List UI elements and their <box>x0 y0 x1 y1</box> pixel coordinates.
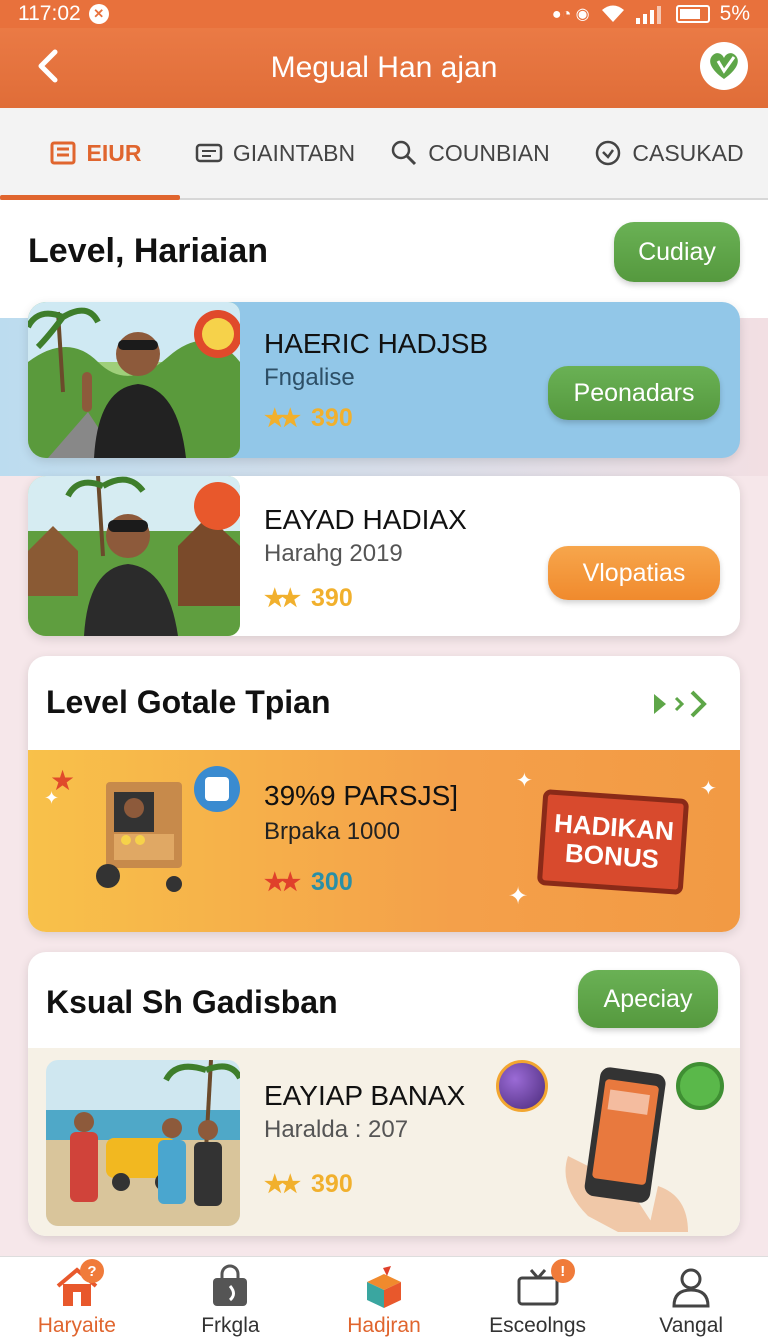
star-icon: ★★ <box>264 869 301 896</box>
offer-subtitle: Fngalise <box>264 364 355 391</box>
status-bar: 117:02 ✕ ●◔ ◉ 5% <box>0 0 768 28</box>
tab-label: GIAINTABN <box>232 139 356 166</box>
offer-title: EAYAD HADIAX <box>264 504 467 535</box>
battery-level: 5% <box>719 2 750 25</box>
section-title: Level, Hariaian <box>28 232 269 270</box>
offer-subtitle: Harahg 2019 <box>264 540 403 567</box>
bonus-section: Level Gotale Tpian ★ ✦ 39%9 PARSJS] Brpa… <box>28 656 740 932</box>
tab-bar: EIUR GIAINTABN COUNBIAN CASUKAD <box>0 108 768 200</box>
points-value: 390 <box>311 404 353 432</box>
battery-icon <box>675 5 710 23</box>
offer-photo <box>46 1060 240 1226</box>
nav-label: Haryaite <box>37 1314 116 1337</box>
star-icon: ★★ <box>264 1171 301 1198</box>
nav-label: Vangal <box>659 1314 724 1337</box>
offer-points: ★★ 390 <box>264 1170 353 1199</box>
sparkle-icon: ✦ <box>700 778 717 800</box>
user-icon <box>672 1268 710 1308</box>
bag-icon <box>213 1264 248 1306</box>
chevron-left-icon <box>38 49 58 83</box>
points-value: 390 <box>311 584 353 612</box>
chat-button[interactable] <box>700 42 748 90</box>
bonus-sign-line2: BONUS <box>564 837 660 875</box>
tab-eiur[interactable]: EIUR <box>0 108 180 200</box>
tab-counbian[interactable]: COUNBIAN <box>370 108 570 198</box>
cell-signal-icon <box>635 6 661 24</box>
star-icon: ★★ <box>264 585 301 612</box>
tab-label: CASUKAD <box>632 139 744 166</box>
section-title: Level Gotale Tpian <box>46 684 331 720</box>
nav-label: Frkgla <box>201 1314 260 1337</box>
offer-subtitle: Haralda : 207 <box>264 1116 409 1143</box>
notification-icon: ✕ <box>88 4 109 24</box>
wifi-icon <box>601 5 624 22</box>
signal-icon: ●◔ ◉ <box>551 6 590 23</box>
bonus-promo[interactable]: ★ ✦ 39%9 PARSJS] Brpaka 1000 ★★ 300 HADI… <box>28 750 740 932</box>
promo-section: Ksual Sh Gadisban Apeciay EAYIAP BANAX H… <box>28 952 740 1236</box>
chevrons-right-icon <box>654 690 707 718</box>
section-title: Ksual Sh Gadisban <box>46 984 338 1020</box>
gift-box-icon <box>366 1266 401 1308</box>
tab-label: EIUR <box>86 139 142 166</box>
promo-points: ★★ 300 <box>264 868 353 897</box>
offer-title: EAYIAP BANAX <box>264 1080 466 1111</box>
planet-icon <box>496 1060 548 1112</box>
tab-casukad[interactable]: CASUKAD <box>570 108 768 198</box>
bonus-sign[interactable]: HADIKAN BONUS <box>536 789 690 895</box>
offer-card[interactable]: HAEɌIC HADJSB Fngalise ★★ 390 Peonadars <box>28 302 740 458</box>
main-content: Level, Hariaian Cudiay HAEɌIC HADJSB Fng… <box>0 200 768 1256</box>
shield-icon <box>194 766 240 812</box>
page-title: Megual Han ajan <box>270 51 498 84</box>
check-circle-icon <box>596 140 621 166</box>
nav-badge: ! <box>550 1259 575 1283</box>
bottom-nav: ? Haryaite Frkgla Hadjran ! Esceolngs Va… <box>0 1256 768 1344</box>
nav-item-frkgla[interactable]: Frkgla <box>154 1257 308 1344</box>
promo-subtitle: Brpaka 1000 <box>264 818 401 845</box>
nav-item-esceolngs[interactable]: ! Esceolngs <box>461 1257 615 1344</box>
back-button[interactable] <box>28 46 68 86</box>
status-time: 117:02 <box>18 2 81 25</box>
points-value: 390 <box>311 1170 353 1198</box>
vlopatias-button[interactable]: Vlopatias <box>548 546 720 600</box>
nav-item-hadjran[interactable]: Hadjran <box>307 1257 461 1344</box>
heart-chat-icon <box>710 53 738 79</box>
offer-points: ★★ 390 <box>264 404 353 433</box>
app-header: Megual Han ajan <box>0 28 768 108</box>
offer-card[interactable]: EAYAD HADIAX Harahg 2019 ★★ 390 Vlopatia… <box>28 476 740 636</box>
tab-giaintabn[interactable]: GIAINTABN <box>180 108 370 198</box>
promo-card[interactable]: EAYIAP BANAX Haralda : 207 ★★ 390 <box>28 1048 740 1236</box>
peonadars-button[interactable]: Peonadars <box>548 366 720 420</box>
nav-label: Hadjran <box>347 1314 421 1337</box>
points-value: 300 <box>311 868 353 896</box>
apeciay-button[interactable]: Apeciay <box>578 970 718 1028</box>
see-more-button[interactable] <box>652 688 712 725</box>
list-icon <box>50 141 76 165</box>
promo-title: 39%9 PARSJS] <box>264 780 459 811</box>
search-icon <box>392 140 417 166</box>
cudiay-button[interactable]: Cudiay <box>614 222 740 282</box>
sparkle-icon: ✦ <box>44 788 60 808</box>
offer-title: HAEɌIC HADJSB <box>264 328 489 359</box>
offer-points: ★★ 390 <box>264 584 353 613</box>
nav-item-haryaite[interactable]: ? Haryaite <box>0 1257 154 1344</box>
ticket-icon <box>195 143 223 163</box>
offer-photo <box>28 476 240 636</box>
nav-item-vangal[interactable]: Vangal <box>614 1257 768 1344</box>
sparkle-icon: ✦ <box>516 770 533 792</box>
phone-in-hand-icon <box>565 1067 688 1232</box>
sparkle-icon: ✦ <box>508 883 529 910</box>
nav-label: Esceolngs <box>489 1314 587 1337</box>
offer-photo <box>28 302 240 458</box>
tab-label: COUNBIAN <box>428 139 550 166</box>
cart-illustration <box>96 782 182 892</box>
nav-badge: ? <box>80 1259 104 1283</box>
star-icon: ★★ <box>264 405 301 432</box>
